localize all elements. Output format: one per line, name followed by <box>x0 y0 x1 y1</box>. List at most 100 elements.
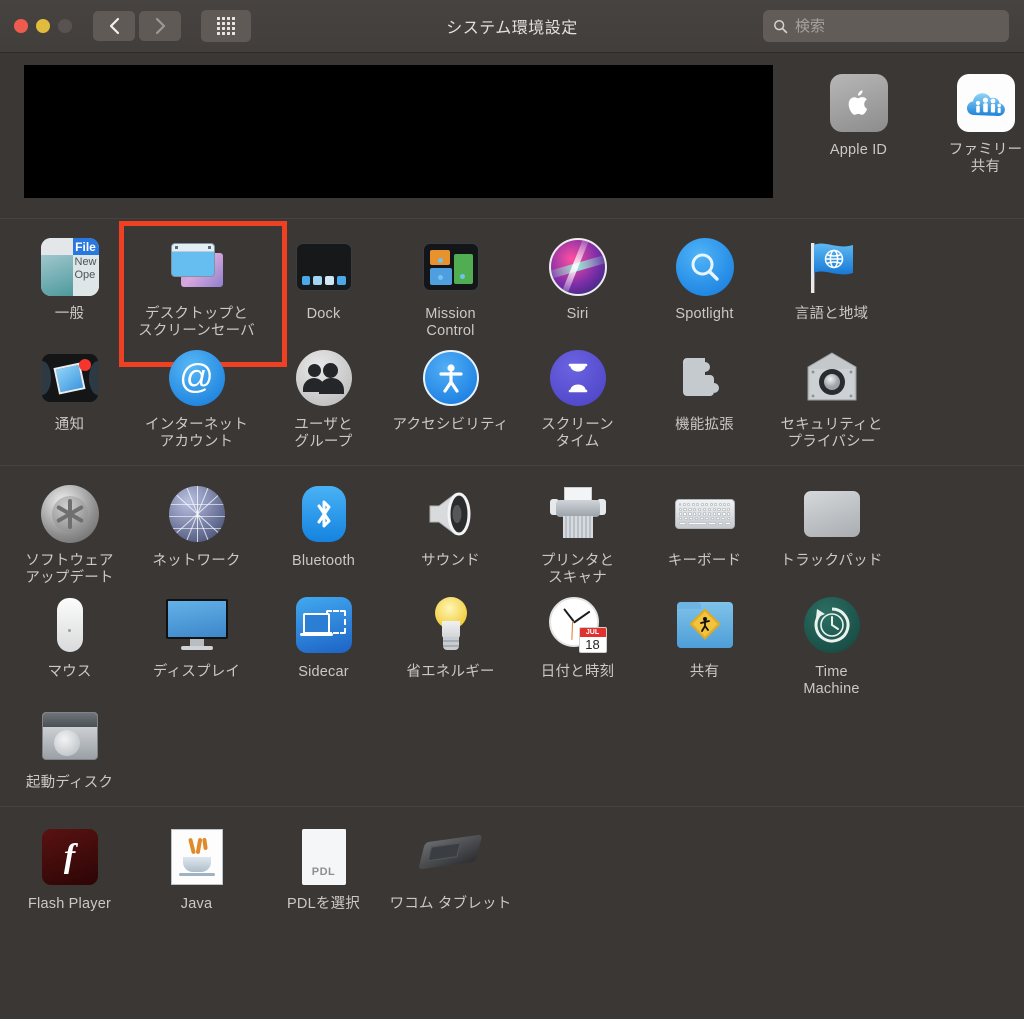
pref-tile-label: PDLを選択 <box>287 896 360 912</box>
trackpad-icon <box>800 482 864 546</box>
navigation-button-group <box>93 11 181 41</box>
pref-tile-bluetooth[interactable]: Bluetooth <box>260 476 387 587</box>
pref-tile-startup-disk[interactable]: 起動ディスク <box>6 698 133 792</box>
close-button[interactable] <box>14 19 28 33</box>
pref-tile-label: マウス <box>47 664 92 680</box>
pref-tile-family-sharing[interactable]: ファミリー 共有 <box>922 65 1024 176</box>
pref-tile-mouse[interactable]: マウス <box>6 587 133 698</box>
pref-tile-label: プリンタと スキャナ <box>540 553 615 586</box>
pref-tile-users-groups[interactable]: ユーザと グループ <box>260 340 387 451</box>
pref-tile-security-privacy[interactable]: セキュリティと プライバシー <box>768 340 895 451</box>
pref-tile-general[interactable]: File New Ope 一般 <box>6 229 133 340</box>
pref-tile-energy-saver[interactable]: 省エネルギー <box>387 587 514 698</box>
pref-tile-sound[interactable]: サウンド <box>387 476 514 587</box>
pref-tile-spotlight[interactable]: Spotlight <box>641 229 768 340</box>
pref-tile-label: トラックパッド <box>780 553 883 569</box>
security-privacy-icon <box>800 346 864 410</box>
pref-tile-date-time[interactable]: JUL 18 日付と時刻 <box>514 587 641 698</box>
bluetooth-icon <box>292 482 356 546</box>
pref-tile-label: インターネット アカウント <box>145 417 248 450</box>
users-groups-icon <box>292 346 356 410</box>
pref-tile-label: アクセシビリティ <box>392 417 509 433</box>
pref-tile-label: セキュリティと プライバシー <box>780 417 883 450</box>
pref-tile-trackpad[interactable]: トラックパッド <box>768 476 895 587</box>
pref-tile-label: 日付と時刻 <box>540 664 615 680</box>
pref-tile-internet-accounts[interactable]: @ インターネット アカウント <box>133 340 260 451</box>
pref-tile-label: ネットワーク <box>152 553 241 569</box>
pref-tile-label: Bluetooth <box>291 553 356 569</box>
desktop-screensaver-icon <box>165 235 229 299</box>
pref-tile-printers-scanners[interactable]: プリンタと スキャナ <box>514 476 641 587</box>
pref-tile-label: Java <box>180 896 213 912</box>
pref-tile-label: ディスプレイ <box>152 664 241 680</box>
pref-tile-label: 共有 <box>689 664 720 680</box>
minimize-button[interactable] <box>36 19 50 33</box>
search-input[interactable] <box>795 17 985 35</box>
pref-tile-label: デスクトップと スクリーンセーバ <box>138 306 255 339</box>
pref-tile-label: Apple ID <box>829 142 888 158</box>
notifications-icon <box>38 346 102 410</box>
pref-tile-extensions[interactable]: 機能拡張 <box>641 340 768 451</box>
pref-tile-label: 省エネルギー <box>406 664 495 680</box>
pref-tile-label: ファミリー 共有 <box>948 142 1023 175</box>
general-icon: File New Ope <box>38 235 102 299</box>
pref-tile-label: Spotlight <box>675 306 734 322</box>
time-machine-icon <box>800 593 864 657</box>
pref-tile-flash-player[interactable]: f Flash Player <box>6 819 133 913</box>
pref-tile-dock[interactable]: Dock <box>260 229 387 340</box>
pref-tile-label: サウンド <box>421 553 480 569</box>
pref-tile-label: 起動ディスク <box>25 775 114 791</box>
pref-tile-label: キーボード <box>667 553 742 569</box>
date-time-icon: JUL 18 <box>546 593 610 657</box>
pref-tile-sidecar[interactable]: Sidecar <box>260 587 387 698</box>
pref-tile-notifications[interactable]: 通知 <box>6 340 133 451</box>
keyboard-icon <box>673 482 737 546</box>
language-region-icon <box>800 235 864 299</box>
dock-icon <box>292 235 356 299</box>
forward-button[interactable] <box>139 11 181 41</box>
pref-tile-apple-id[interactable]: Apple ID <box>795 65 922 176</box>
search-field[interactable] <box>763 10 1009 42</box>
redacted-account-banner <box>24 65 773 198</box>
pref-tile-language-region[interactable]: 言語と地域 <box>768 229 895 340</box>
pref-tile-label: Dock <box>306 306 341 322</box>
window-titlebar: システム環境設定 <box>0 0 1024 53</box>
pref-tile-displays[interactable]: ディスプレイ <box>133 587 260 698</box>
pref-tile-sharing[interactable]: 共有 <box>641 587 768 698</box>
spotlight-icon <box>673 235 737 299</box>
pref-tile-label: Siri <box>566 306 589 322</box>
pref-tile-pdl[interactable]: PDL PDLを選択 <box>260 819 387 913</box>
pref-tile-label: Mission Control <box>425 306 476 339</box>
pref-tile-label: Flash Player <box>28 896 111 912</box>
pref-tile-label: 機能拡張 <box>675 417 734 433</box>
pref-tile-network[interactable]: ネットワーク <box>133 476 260 587</box>
show-all-button[interactable] <box>201 10 251 42</box>
calendar-month: JUL <box>579 628 606 637</box>
back-button[interactable] <box>93 11 135 41</box>
section-account: Apple ID ファミリー 共有 <box>0 53 1024 218</box>
pref-tile-java[interactable]: Java <box>133 819 260 913</box>
pref-tile-screen-time[interactable]: スクリーン タイム <box>514 340 641 451</box>
pref-tile-wacom-tablet[interactable]: ワコム タブレット <box>387 819 514 913</box>
pref-tile-desktop-screensaver[interactable]: デスクトップと スクリーンセーバ <box>119 221 287 367</box>
printers-scanners-icon <box>546 482 610 546</box>
mouse-icon <box>38 593 102 657</box>
family-sharing-icon <box>954 71 1018 135</box>
pref-tile-time-machine[interactable]: Time Machine <box>768 587 895 698</box>
pref-tile-label: スクリーン タイム <box>541 417 614 450</box>
pref-tile-siri[interactable]: Siri <box>514 229 641 340</box>
zoom-button <box>58 19 72 33</box>
pref-tile-mission-control[interactable]: Mission Control <box>387 229 514 340</box>
general-open-label: Ope <box>74 269 96 281</box>
pref-tile-software-update[interactable]: ソフトウェア アップデート <box>6 476 133 587</box>
sharing-icon <box>673 593 737 657</box>
flash-player-icon: f <box>38 825 102 889</box>
pref-tile-keyboard[interactable]: キーボード <box>641 476 768 587</box>
search-icon <box>774 19 788 33</box>
general-new-label: New <box>74 256 97 268</box>
pdl-icon: PDL <box>292 825 356 889</box>
sound-icon <box>419 482 483 546</box>
apple-id-icon <box>827 71 891 135</box>
pref-tile-accessibility[interactable]: アクセシビリティ <box>387 340 514 451</box>
calendar-day: 18 <box>585 637 600 652</box>
